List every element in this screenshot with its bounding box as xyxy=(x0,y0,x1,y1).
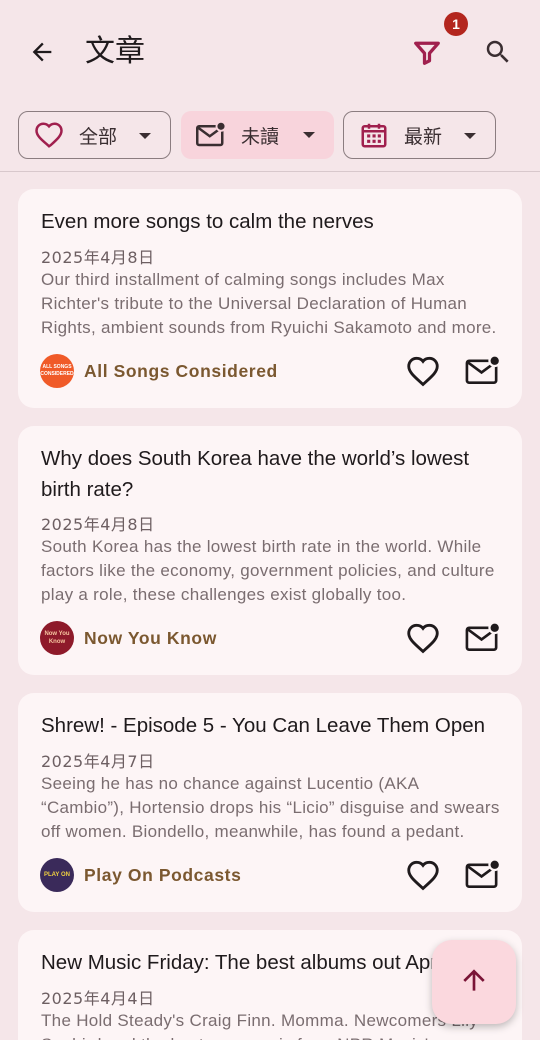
filter-count-badge: 1 xyxy=(444,12,468,36)
chip-latest-label: 最新 xyxy=(404,125,443,148)
chip-unread-label: 未讀 xyxy=(241,125,280,148)
chevron-down-icon xyxy=(139,133,151,139)
article-summary: Seeing he has no chance against Lucentio… xyxy=(41,774,500,841)
article-summary: Our third installment of calming songs i… xyxy=(41,270,497,337)
chip-all[interactable]: 全部 xyxy=(18,111,171,159)
source-name: Now You Know xyxy=(84,627,217,648)
article-card[interactable]: Shrew! - Episode 5 - You Can Leave Them … xyxy=(18,693,522,912)
mark-read-mail-icon[interactable] xyxy=(464,619,502,657)
source-name: Play On Podcasts xyxy=(84,864,242,885)
source-name: All Songs Considered xyxy=(84,360,278,381)
back-arrow-icon[interactable] xyxy=(22,32,62,72)
article-date: 2025年4月4日 xyxy=(41,989,155,1008)
arrow-up-icon xyxy=(458,964,490,1001)
scroll-to-top-button[interactable] xyxy=(432,940,516,1024)
top-app-bar: 文章 1 xyxy=(0,0,540,100)
search-icon[interactable] xyxy=(478,32,518,72)
mark-read-mail-icon[interactable] xyxy=(464,856,502,894)
chip-latest[interactable]: 最新 xyxy=(343,111,496,159)
unread-mail-icon xyxy=(181,120,241,150)
article-title: Even more songs to calm the nerves xyxy=(41,210,374,233)
article-source[interactable]: ALL SONGS CONSIDERED All Songs Considere… xyxy=(40,354,278,388)
article-date: 2025年4月7日 xyxy=(41,752,155,771)
article-source[interactable]: PLAY ON Play On Podcasts xyxy=(40,858,241,892)
favorite-heart-icon[interactable] xyxy=(404,619,442,657)
article-title: Why does South Korea have the world’s lo… xyxy=(41,447,470,501)
article-date: 2025年4月8日 xyxy=(41,515,155,534)
chip-unread[interactable]: 未讀 xyxy=(181,111,334,159)
article-summary: The Hold Steady's Craig Finn. Momma. New… xyxy=(41,1011,478,1040)
chevron-down-icon xyxy=(303,132,315,138)
source-avatar: PLAY ON xyxy=(40,858,74,892)
source-avatar: ALL SONGS CONSIDERED xyxy=(40,354,74,388)
calendar-icon xyxy=(344,119,404,151)
filter-icon[interactable] xyxy=(405,32,449,72)
article-date: 2025年4月8日 xyxy=(41,248,155,267)
page-title: 文章 xyxy=(85,34,145,69)
article-card[interactable]: Even more songs to calm the nerves 2025年… xyxy=(18,189,522,408)
article-card[interactable]: Why does South Korea have the world’s lo… xyxy=(18,426,522,675)
source-avatar: Now You Know xyxy=(40,621,74,655)
filter-chip-row: 全部 未讀 最新 xyxy=(0,100,540,172)
article-summary: South Korea has the lowest birth rate in… xyxy=(41,537,495,604)
article-title: Shrew! - Episode 5 - You Can Leave Them … xyxy=(41,714,486,737)
chip-all-label: 全部 xyxy=(79,125,118,148)
article-title: New Music Friday: The best albums out Ap… xyxy=(41,951,441,974)
heart-icon xyxy=(19,120,79,150)
favorite-heart-icon[interactable] xyxy=(404,856,442,894)
mark-read-mail-icon[interactable] xyxy=(464,352,502,390)
chevron-down-icon xyxy=(464,133,476,139)
favorite-heart-icon[interactable] xyxy=(404,352,442,390)
article-source[interactable]: Now You Know Now You Know xyxy=(40,621,217,655)
